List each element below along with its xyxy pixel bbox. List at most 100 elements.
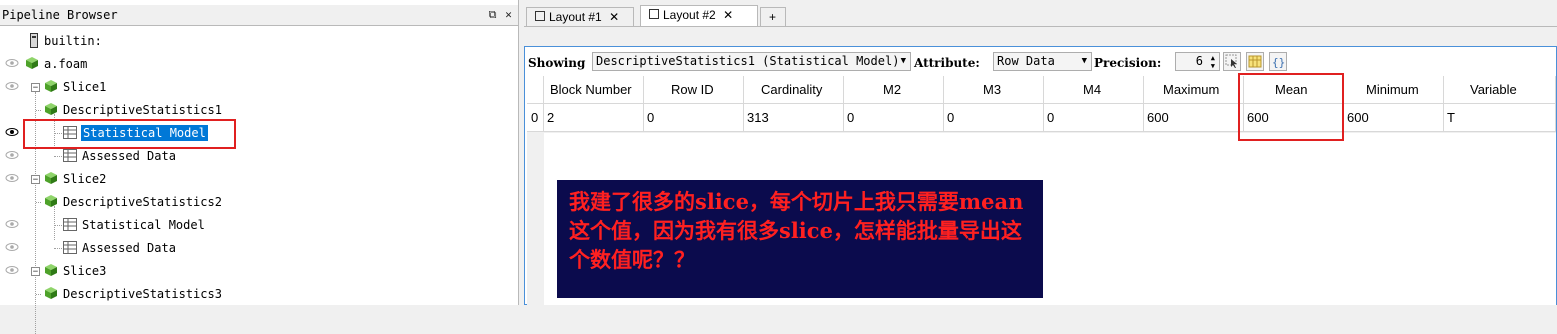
table-cell[interactable]: T <box>1444 104 1556 132</box>
spin-arrows-icon[interactable]: ▲ ▼ <box>1211 54 1215 70</box>
precision-value: 6 <box>1195 54 1203 68</box>
select-cursor-icon <box>1225 54 1237 68</box>
tab-divider <box>524 26 1557 27</box>
showing-value: DescriptiveStatistics1 (Statistical Mode… <box>596 54 900 68</box>
column-header-m2[interactable]: M2 <box>844 76 944 104</box>
plus-icon: + <box>769 10 777 24</box>
layout-tab-bar: Layout #1 ✕ Layout #2 ✕ + <box>524 5 1557 27</box>
tree-item-a-foam[interactable]: a.foam <box>0 53 517 76</box>
precision-label: Precision: <box>1094 56 1162 70</box>
eye-icon[interactable] <box>5 150 19 160</box>
highlight-box-mean <box>1238 73 1344 141</box>
table-icon <box>63 218 77 231</box>
eye-icon[interactable] <box>5 58 19 68</box>
tab-layout-1[interactable]: Layout #1 ✕ <box>526 7 634 26</box>
column-visibility-icon <box>1248 55 1262 68</box>
cube-icon <box>45 172 57 184</box>
eye-icon[interactable] <box>5 265 19 275</box>
showing-label: Showing <box>528 56 586 70</box>
cube-icon <box>45 195 57 207</box>
tree-item-label: DescriptiveStatistics1 <box>63 103 222 117</box>
table-cell[interactable]: 2 <box>544 104 644 132</box>
tree-item-label: Assessed Data <box>82 149 176 163</box>
tab-layout-2[interactable]: Layout #2 ✕ <box>640 5 758 27</box>
table-cell[interactable]: 313 <box>744 104 844 132</box>
tab-label: Layout #1 <box>549 10 602 24</box>
eye-icon[interactable] <box>5 81 19 91</box>
eye-icon[interactable] <box>5 127 19 137</box>
showing-dropdown[interactable]: DescriptiveStatistics1 (Statistical Mode… <box>592 52 911 71</box>
tree-item-slice1[interactable]: − Slice1 <box>0 76 517 99</box>
tree-item-label: DescriptiveStatistics2 <box>63 195 222 209</box>
attribute-value: Row Data <box>997 54 1055 68</box>
table-cell[interactable]: 0 <box>644 104 744 132</box>
tree-item-label: Statistical Model <box>82 218 205 232</box>
column-header-m3[interactable]: M3 <box>944 76 1044 104</box>
tree-item-builtin[interactable]: builtin: <box>0 30 517 53</box>
table-corner <box>527 76 544 104</box>
column-header-maximum[interactable]: Maximum <box>1144 76 1244 104</box>
pipeline-browser-panel: Pipeline Browser ⧉ ✕ builtin: a.foam − S… <box>0 0 519 334</box>
collapse-toggle-icon[interactable]: − <box>31 267 40 277</box>
tree-item-label: builtin: <box>44 34 102 48</box>
select-cells-button[interactable] <box>1223 52 1241 71</box>
toggle-columns-button[interactable] <box>1246 52 1264 71</box>
column-header-cardinality[interactable]: Cardinality <box>744 76 844 104</box>
row-header[interactable]: 0 <box>527 104 544 132</box>
braces-icon: {} <box>1272 56 1285 69</box>
tab-close-icon[interactable]: ✕ <box>723 8 733 22</box>
tree-item-label: Slice2 <box>63 172 107 186</box>
tree-item-label: Assessed Data <box>82 241 176 255</box>
tree-item-label: a.foam <box>44 57 88 71</box>
column-header-m4[interactable]: M4 <box>1044 76 1144 104</box>
collapse-toggle-icon[interactable]: − <box>31 83 40 93</box>
new-tab-button[interactable]: + <box>760 7 786 26</box>
tree-item-assessed-data-2[interactable]: Assessed Data <box>0 237 517 260</box>
window-icon <box>649 9 659 19</box>
svg-text:{}: {} <box>1272 56 1285 69</box>
cube-icon <box>26 57 38 69</box>
tree-item-descriptive-statistics2[interactable]: DescriptiveStatistics2 <box>0 191 517 214</box>
column-header-row-id[interactable]: Row ID <box>644 76 744 104</box>
annotation-note: 我建了很多的slice，每个切片上我只需要mean这个值，因为我有很多slice… <box>557 180 1043 298</box>
spreadsheet-toolbar: Showing DescriptiveStatistics1 (Statisti… <box>525 49 1556 75</box>
pipeline-browser-header: Pipeline Browser ⧉ ✕ <box>0 5 518 26</box>
eye-icon[interactable] <box>5 242 19 252</box>
attribute-label: Attribute: <box>914 56 980 70</box>
pipeline-browser-title: Pipeline Browser <box>2 8 118 22</box>
cube-icon <box>45 103 57 115</box>
cube-icon <box>45 264 57 276</box>
table-cell[interactable]: 0 <box>944 104 1044 132</box>
column-header-block-number[interactable]: Block Number <box>544 76 644 104</box>
table-cell[interactable]: 600 <box>1344 104 1444 132</box>
toggle-field-data-button[interactable]: {} <box>1269 52 1287 71</box>
float-panel-icon[interactable]: ⧉ <box>486 8 499 21</box>
eye-icon[interactable] <box>5 173 19 183</box>
tree-item-label: DescriptiveStatistics3 <box>63 287 222 301</box>
tree-item-slice2[interactable]: − Slice2 <box>0 168 517 191</box>
tree-item-statistical-model-2[interactable]: Statistical Model <box>0 214 517 237</box>
close-panel-icon[interactable]: ✕ <box>502 8 515 21</box>
table-cell[interactable]: 0 <box>1044 104 1144 132</box>
eye-icon[interactable] <box>5 219 19 229</box>
tree-item-label: Slice1 <box>63 80 107 94</box>
attribute-dropdown[interactable]: Row Data ▼ <box>993 52 1092 71</box>
tab-close-icon[interactable]: ✕ <box>609 10 619 24</box>
table-cell[interactable]: 600 <box>1144 104 1244 132</box>
table-icon <box>63 149 77 162</box>
table-cell[interactable]: 0 <box>844 104 944 132</box>
dropdown-arrow-icon: ▼ <box>900 56 906 66</box>
table-icon <box>63 241 77 254</box>
dropdown-arrow-icon: ▼ <box>1081 56 1087 66</box>
collapse-toggle-icon[interactable]: − <box>31 175 40 185</box>
tree-item-slice3[interactable]: − Slice3 <box>0 260 517 283</box>
column-header-variable[interactable]: Variable <box>1444 76 1556 104</box>
precision-spinbox[interactable]: 6 ▲ ▼ <box>1175 52 1220 71</box>
pipeline-tree: builtin: a.foam − Slice1 DescriptiveStat… <box>0 28 517 334</box>
column-header-minimum[interactable]: Minimum <box>1344 76 1444 104</box>
server-icon <box>30 33 38 48</box>
tree-item-descriptive-statistics3[interactable]: DescriptiveStatistics3 <box>0 283 517 306</box>
tab-label: Layout #2 <box>663 8 716 22</box>
window-icon <box>535 11 545 21</box>
cube-icon <box>45 287 57 299</box>
